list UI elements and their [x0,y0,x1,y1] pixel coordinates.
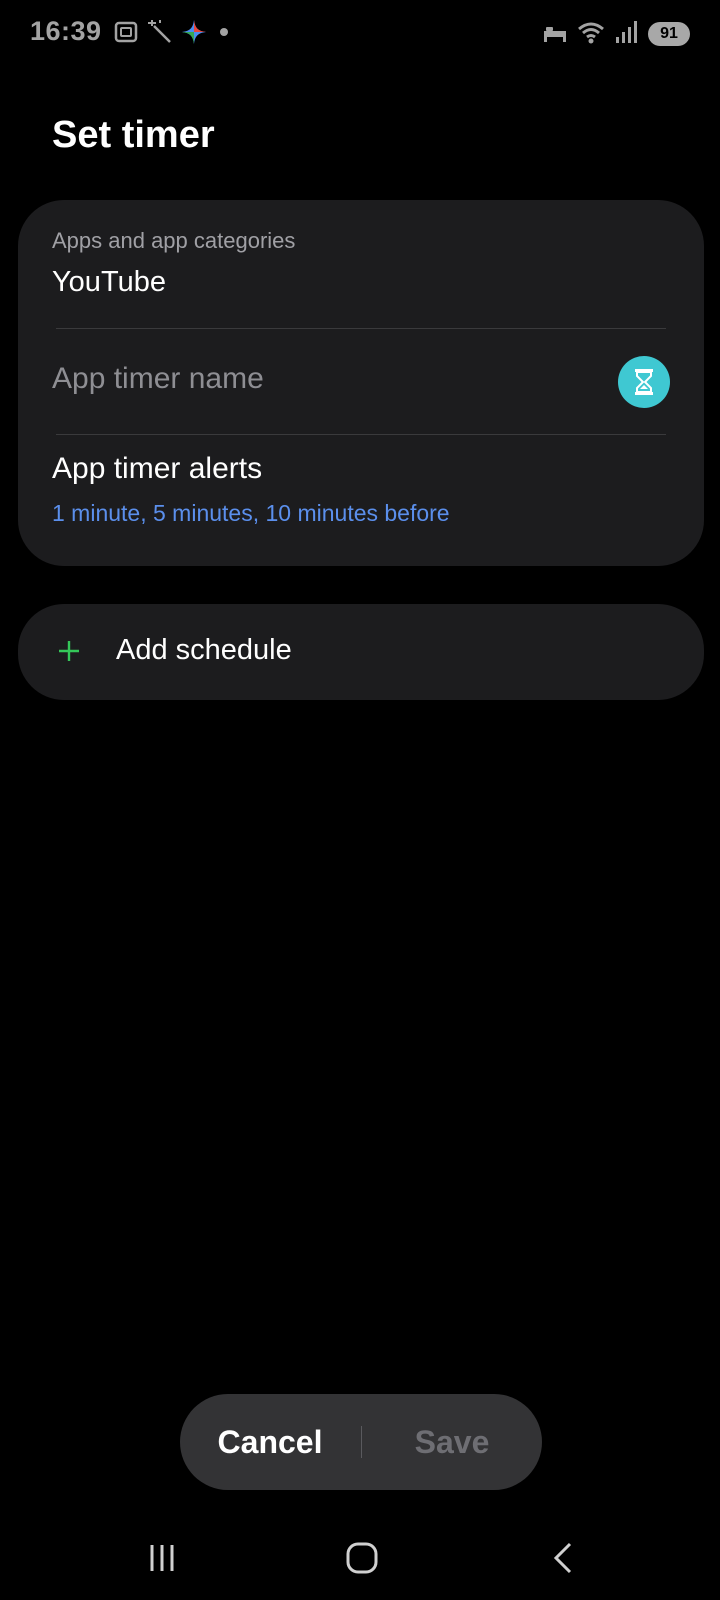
timer-name-row [18,328,704,434]
save-button[interactable]: Save [362,1394,542,1490]
screen: 16:39 91 Set timer Apps and app categori… [0,0,720,1600]
signal-icon [614,19,640,50]
timer-alerts-row[interactable]: App timer alerts 1 minute, 5 minutes, 10… [52,452,670,548]
alerts-summary: 1 minute, 5 minutes, 10 minutes before [52,500,450,526]
status-time: 16:39 [30,16,102,46]
action-bar: Cancel Save [180,1394,542,1490]
wifi-icon [576,19,606,50]
status-right-icons: 91 [542,18,690,50]
navigation-bar [0,1516,720,1600]
page-title: Set timer [52,114,215,156]
cancel-button[interactable]: Cancel [180,1394,360,1490]
add-schedule-label: Add schedule [116,634,292,666]
apps-label: Apps and app categories [52,228,296,253]
gemini-spark-icon [180,18,208,51]
apps-value: YouTube [52,266,166,298]
magic-wand-icon [146,18,174,51]
timer-name-input[interactable] [52,362,552,396]
dot-icon [214,18,234,51]
hourglass-icon[interactable] [618,356,670,408]
status-bar: 16:39 91 [0,0,720,68]
divider [56,434,666,435]
status-left-icons [112,18,234,50]
home-icon[interactable] [322,1516,402,1600]
back-icon[interactable] [524,1516,604,1600]
screenshot-icon [112,18,140,51]
battery-icon: 91 [648,22,690,46]
alerts-title: App timer alerts [52,452,263,485]
apps-row[interactable]: Apps and app categories YouTube [52,228,295,299]
bed-icon [542,19,568,50]
add-schedule-button[interactable]: Add schedule [18,604,704,700]
timer-settings-card: Apps and app categories YouTube App time… [18,200,704,566]
plus-icon [58,640,80,662]
recent-apps-icon[interactable] [122,1516,202,1600]
